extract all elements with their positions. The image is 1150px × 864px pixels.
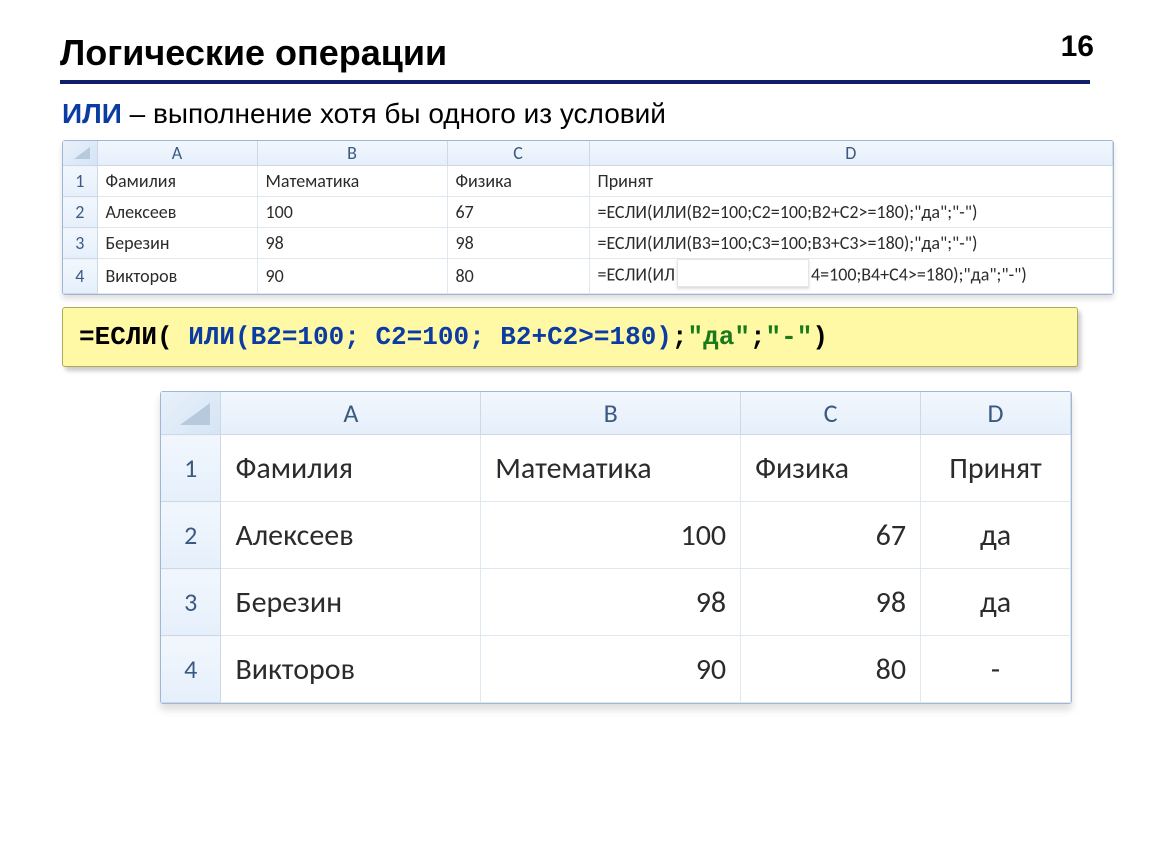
cell[interactable]: Фамилия <box>97 166 257 197</box>
subtitle: ИЛИ – выполнение хотя бы одного из услов… <box>62 98 1100 130</box>
row-header[interactable]: 1 <box>63 166 97 197</box>
spreadsheet-result-view: A B C D 1 Фамилия Математика Физика Прин… <box>160 391 1072 704</box>
row-header[interactable]: 4 <box>161 636 221 703</box>
col-header-D[interactable]: D <box>589 141 1113 166</box>
cell[interactable]: 80 <box>447 259 589 294</box>
col-header-C[interactable]: C <box>741 392 921 435</box>
tooltip-overlay <box>677 259 809 287</box>
col-header-D[interactable]: D <box>921 392 1071 435</box>
cell[interactable]: 80 <box>741 636 921 703</box>
formula-part: ; <box>672 322 688 352</box>
cell-text-post: 4=100;B4+C4>=180);"да";"-") <box>811 263 1027 285</box>
row-header[interactable]: 3 <box>161 569 221 636</box>
row-header[interactable]: 2 <box>161 502 221 569</box>
formula-literal: "-" <box>766 322 813 352</box>
cell[interactable]: 90 <box>257 259 447 294</box>
cell[interactable]: Принят <box>589 166 1113 197</box>
cell[interactable]: 98 <box>481 569 741 636</box>
formula-part: ) <box>812 322 828 352</box>
col-header-B[interactable]: B <box>481 392 741 435</box>
select-all-corner[interactable] <box>161 392 221 435</box>
cell[interactable]: =ЕСЛИ(ИЛИ(B2=100;C2=100;B2+C2>=180);"да"… <box>589 197 1113 228</box>
cell-text-pre: =ЕСЛИ(ИЛ <box>598 263 675 285</box>
cell[interactable]: Викторов <box>97 259 257 294</box>
cell[interactable]: Алексеев <box>221 502 481 569</box>
cell[interactable]: Викторов <box>221 636 481 703</box>
cell[interactable]: Математика <box>257 166 447 197</box>
row-header[interactable]: 4 <box>63 259 97 294</box>
page-number: 16 <box>1061 30 1094 64</box>
row-header[interactable]: 2 <box>63 197 97 228</box>
col-header-C[interactable]: C <box>447 141 589 166</box>
cell[interactable]: да <box>921 569 1071 636</box>
cell[interactable]: Физика <box>447 166 589 197</box>
subtitle-text: – выполнение хотя бы одного из условий <box>122 98 666 129</box>
formula-part: ; <box>750 322 766 352</box>
cell[interactable]: 90 <box>481 636 741 703</box>
cell[interactable]: Алексеев <box>97 197 257 228</box>
col-header-A[interactable]: A <box>221 392 481 435</box>
spreadsheet-formula-view: A B C D 1 Фамилия Математика Физика Прин… <box>62 140 1114 295</box>
cell[interactable]: Принят <box>921 435 1071 502</box>
row-header[interactable]: 3 <box>63 228 97 259</box>
formula-part: =ЕСЛИ( <box>79 322 188 352</box>
cell[interactable]: =ЕСЛИ(ИЛИ(B3=100;C3=100;B3+C3>=180);"да"… <box>589 228 1113 259</box>
row-header[interactable]: 1 <box>161 435 221 502</box>
cell[interactable]: Физика <box>741 435 921 502</box>
formula-callout: =ЕСЛИ( ИЛИ(B2=100; C2=100; B2+C2>=180);"… <box>62 307 1078 367</box>
cell[interactable]: Математика <box>481 435 741 502</box>
formula-or-clause: ИЛИ(B2=100; C2=100; B2+C2>=180) <box>188 322 672 352</box>
cell[interactable]: 100 <box>257 197 447 228</box>
cell[interactable]: да <box>921 502 1071 569</box>
cell[interactable]: 98 <box>257 228 447 259</box>
cell[interactable]: - <box>921 636 1071 703</box>
cell[interactable]: Березин <box>97 228 257 259</box>
select-all-corner[interactable] <box>63 141 97 166</box>
cell[interactable]: Фамилия <box>221 435 481 502</box>
cell[interactable]: 98 <box>447 228 589 259</box>
col-header-A[interactable]: A <box>97 141 257 166</box>
formula-literal: "да" <box>688 322 750 352</box>
title-underline <box>60 80 1090 84</box>
cell[interactable]: 98 <box>741 569 921 636</box>
page-title: Логические операции <box>60 32 1100 74</box>
cell[interactable]: Березин <box>221 569 481 636</box>
cell[interactable]: 100 <box>481 502 741 569</box>
cell[interactable]: 67 <box>741 502 921 569</box>
cell[interactable]: =ЕСЛИ(ИЛ 4=100;B4+C4>=180);"да";"-") <box>589 259 1113 294</box>
cell[interactable]: 67 <box>447 197 589 228</box>
subtitle-keyword: ИЛИ <box>62 98 122 129</box>
col-header-B[interactable]: B <box>257 141 447 166</box>
